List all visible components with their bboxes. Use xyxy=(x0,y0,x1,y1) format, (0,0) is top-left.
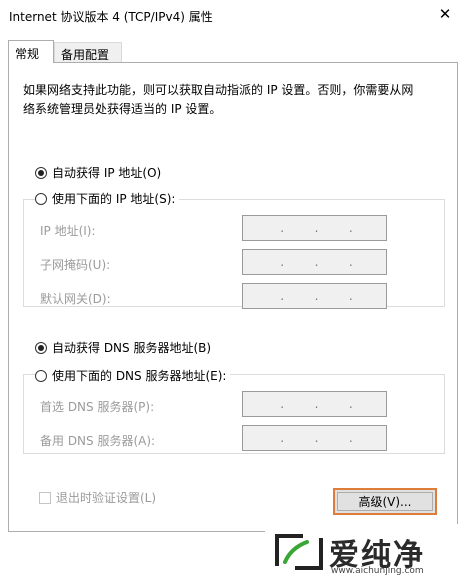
description-line-2: 络系统管理员处获得适当的 IP 设置。 xyxy=(23,102,222,116)
tab-bar: 常规 备用配置 xyxy=(8,40,458,63)
default-gateway-label: 默认网关(D): xyxy=(40,292,111,306)
radio-selected-icon xyxy=(35,166,47,179)
radio-unselected-icon xyxy=(35,192,47,205)
watermark-url: www.aichunjing.com xyxy=(331,566,424,576)
manual-ip-label: 使用下面的 IP 地址(S): xyxy=(52,192,176,206)
tab-general[interactable]: 常规 xyxy=(8,40,54,63)
auto-ip-label: 自动获得 IP 地址(O) xyxy=(52,166,162,180)
aichunjing-logo-icon xyxy=(275,534,323,570)
description-text: 如果网络支持此功能，则可以获取自动指派的 IP 设置。否则，你需要从网 络系统管… xyxy=(23,81,443,119)
radio-unselected-icon xyxy=(35,369,47,382)
tab-alternate-config[interactable]: 备用配置 xyxy=(54,42,122,62)
general-panel: 如果网络支持此功能，则可以获取自动指派的 IP 设置。否则，你需要从网 络系统管… xyxy=(8,62,458,532)
auto-ip-radio[interactable]: 自动获得 IP 地址(O) xyxy=(35,164,161,181)
auto-dns-label: 自动获得 DNS 服务器地址(B) xyxy=(52,341,212,355)
description-line-1: 如果网络支持此功能，则可以获取自动指派的 IP 设置。否则，你需要从网 xyxy=(23,83,414,97)
title-bar: Internet 协议版本 4 (TCP/IPv4) 属性 ✕ xyxy=(0,0,464,30)
window-title: Internet 协议版本 4 (TCP/IPv4) 属性 xyxy=(9,10,213,24)
auto-dns-radio[interactable]: 自动获得 DNS 服务器地址(B) xyxy=(35,339,211,356)
manual-ip-radio[interactable]: 使用下面的 IP 地址(S): xyxy=(35,190,180,207)
manual-dns-label: 使用下面的 DNS 服务器地址(E): xyxy=(52,369,227,383)
manual-dns-radio[interactable]: 使用下面的 DNS 服务器地址(E): xyxy=(35,367,231,384)
advanced-button-label: 高级(V)... xyxy=(337,492,433,511)
preferred-dns-input[interactable]: ... xyxy=(242,391,387,417)
checkbox-icon xyxy=(39,491,51,504)
preferred-dns-label: 首选 DNS 服务器(P): xyxy=(40,400,155,414)
alternate-dns-label: 备用 DNS 服务器(A): xyxy=(40,434,156,448)
advanced-button[interactable]: 高级(V)... xyxy=(333,488,437,515)
alternate-dns-input[interactable]: ... xyxy=(242,425,387,451)
close-icon[interactable]: ✕ xyxy=(434,3,456,25)
radio-selected-icon xyxy=(35,341,47,354)
watermark: 爱纯净 www.aichunjing.com xyxy=(265,524,464,580)
validate-on-exit-label: 退出时验证设置(L) xyxy=(56,491,157,505)
default-gateway-input[interactable]: ... xyxy=(242,283,387,309)
subnet-mask-input[interactable]: ... xyxy=(242,249,387,275)
validate-on-exit-checkbox[interactable]: 退出时验证设置(L) xyxy=(39,489,156,506)
ip-address-input[interactable]: ... xyxy=(242,215,387,241)
subnet-mask-label: 子网掩码(U): xyxy=(40,258,111,272)
ip-address-label: IP 地址(I): xyxy=(40,224,96,238)
